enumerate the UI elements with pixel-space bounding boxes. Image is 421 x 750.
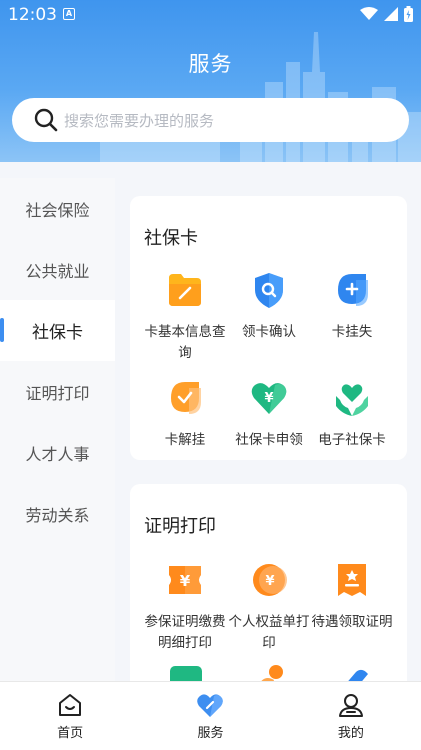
heart-yuan-icon: ¥	[251, 383, 287, 414]
service-label: 领卡确认	[242, 324, 296, 340]
sidebar-item-talent-personnel[interactable]: 人才人事	[0, 422, 115, 483]
cell-signal-icon	[384, 7, 398, 21]
service-card-report-loss[interactable]: 卡挂失	[306, 270, 398, 343]
section-title: 社保卡	[144, 228, 198, 249]
status-time: 12:03	[8, 5, 57, 25]
home-icon	[59, 694, 82, 716]
notification-a-icon: A	[63, 8, 75, 20]
yuan-ticket-icon: ¥	[169, 566, 201, 594]
tab-service[interactable]: 服务	[140, 682, 280, 750]
search-input[interactable]: 搜索您需要办理的服务	[64, 110, 214, 131]
service-card-collect-confirm[interactable]: 领卡确认	[223, 270, 315, 343]
service-label: 电子社保卡	[318, 432, 386, 448]
service-card-apply[interactable]: ¥ 社保卡申领	[223, 378, 315, 451]
shield-search-icon	[255, 273, 283, 308]
tab-profile[interactable]: 我的	[281, 682, 421, 750]
sidebar-item-social-security-card[interactable]: 社保卡	[0, 300, 115, 361]
bottom-tab-bar: 首页 服务 我的	[0, 681, 421, 750]
check-drop-icon	[171, 382, 201, 414]
status-bar: 12:03 A	[0, 0, 421, 30]
sidebar-item-labor-relations[interactable]: 劳动关系	[0, 483, 115, 544]
service-label: 个人权益单打印	[228, 614, 310, 651]
service-label: 社保卡申领	[235, 432, 303, 448]
award-ticket-icon	[338, 564, 366, 596]
service-label: 待遇领取证明	[311, 614, 393, 630]
heart-hands-icon	[336, 384, 368, 416]
tab-label: 首页	[57, 726, 84, 741]
yuan-circle-icon: ¥	[253, 564, 287, 596]
service-personal-rights-print[interactable]: ¥ 个人权益单打印	[223, 560, 315, 654]
tab-label: 服务	[197, 726, 224, 741]
svg-text:¥: ¥	[265, 574, 274, 589]
service-label: 卡解挂	[164, 432, 206, 448]
sidebar-item-public-employment[interactable]: 公共就业	[0, 239, 115, 300]
search-icon	[34, 108, 58, 132]
service-label: 卡挂失	[331, 324, 373, 340]
svg-text:¥: ¥	[180, 572, 191, 590]
page-title: 服务	[188, 52, 233, 76]
section-card-certificate-print: 证明打印 ¥ 参保证明缴费明细打印 ¥ 个人权益单打印 待遇领取证明	[130, 484, 407, 704]
service-insurance-payment-print[interactable]: ¥ 参保证明缴费明细打印	[139, 560, 231, 654]
wifi-icon	[360, 7, 378, 20]
tab-label: 我的	[337, 726, 364, 741]
sidebar-item-certificate-print[interactable]: 证明打印	[0, 361, 115, 422]
service-card-info-query[interactable]: 卡基本信息查询	[139, 270, 231, 364]
battery-icon	[404, 6, 413, 22]
svg-text:¥: ¥	[264, 391, 273, 406]
tab-home[interactable]: 首页	[0, 682, 140, 750]
card-info-icon	[169, 274, 201, 306]
sidebar-item-social-insurance[interactable]: 社会保险	[0, 178, 115, 239]
search-bar[interactable]: 搜索您需要办理的服务	[12, 98, 409, 142]
header: 12:03 A 服务 搜索您需要办理的服务	[0, 0, 421, 162]
service-label: 卡基本信息查询	[144, 324, 226, 361]
plus-drop-icon	[338, 274, 368, 306]
service-label: 参保证明缴费明细打印	[144, 614, 226, 651]
category-sidebar: 社会保险 公共就业 社保卡 证明打印 人才人事 劳动关系	[0, 178, 115, 681]
service-benefit-certificate[interactable]: 待遇领取证明	[306, 560, 398, 633]
user-icon	[338, 694, 363, 717]
service-card-unfreeze[interactable]: 卡解挂	[139, 378, 231, 451]
heart-service-icon	[197, 694, 224, 717]
section-card-social-security: 社保卡 卡基本信息查询 领卡确认 卡挂失 卡解挂 ¥ 社保卡申领 电子社保卡	[130, 196, 407, 460]
service-electronic-card[interactable]: 电子社保卡	[306, 378, 398, 451]
section-title: 证明打印	[144, 516, 216, 537]
